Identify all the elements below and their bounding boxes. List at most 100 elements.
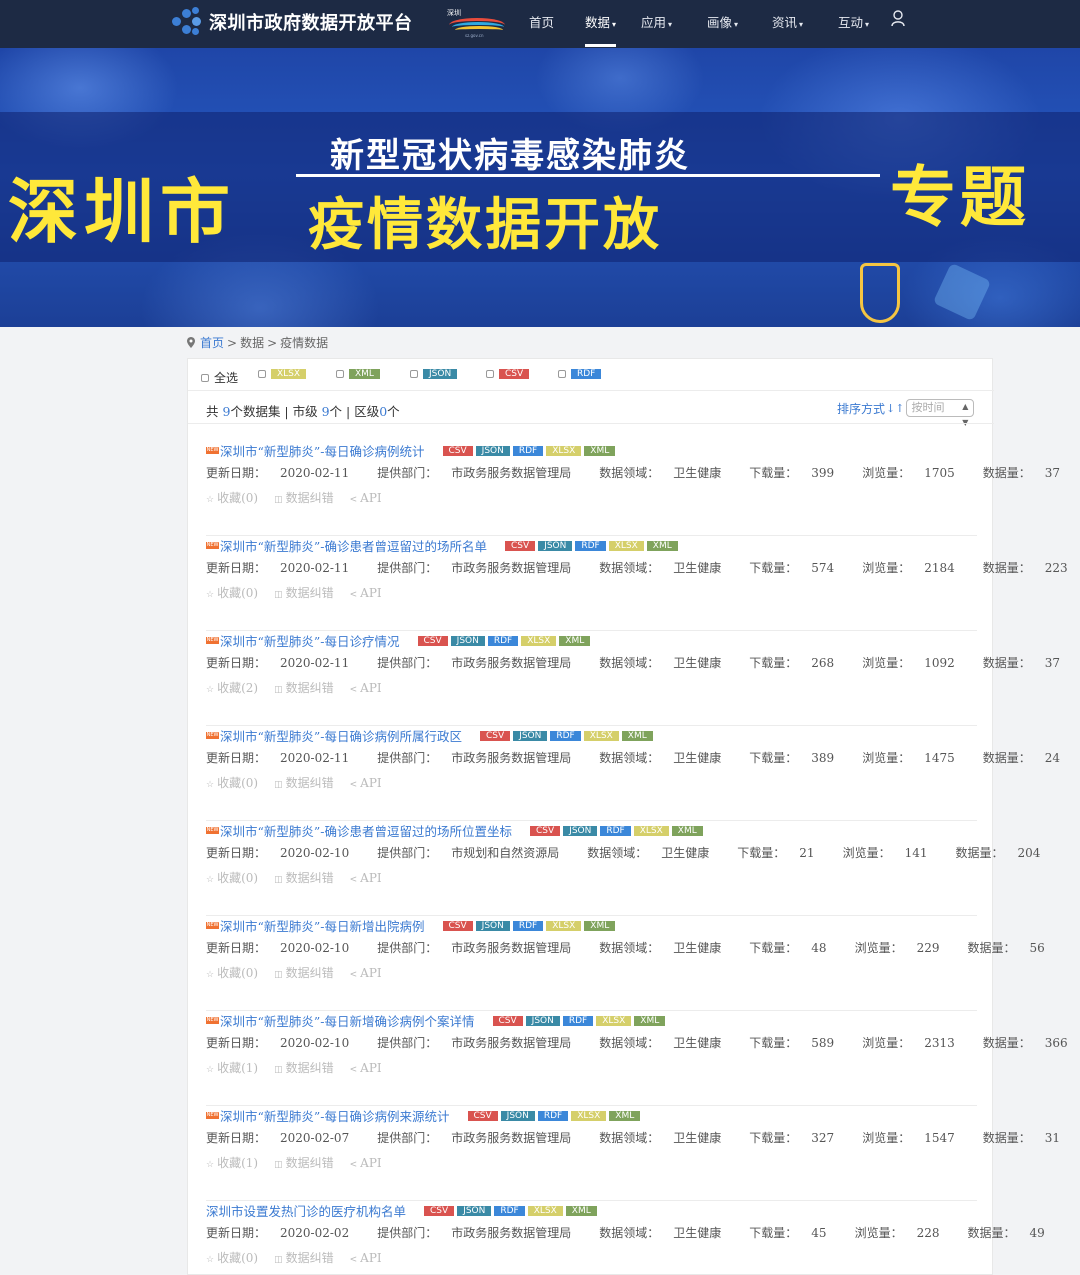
format-tag-xlsx[interactable]: XLSX — [521, 635, 557, 646]
select-all-checkbox[interactable] — [201, 373, 209, 382]
dataset-title[interactable]: 深圳市“新型肺炎”-每日新增确诊病例个案详情 — [220, 1011, 475, 1030]
nav-item-3[interactable]: 画像 ▾ — [707, 12, 738, 31]
collect-button[interactable]: ☆ 收藏(1) — [206, 1156, 258, 1170]
dataset-title[interactable]: 深圳市“新型肺炎”-每日新增出院病例 — [220, 916, 425, 935]
format-tag-rdf[interactable]: RDF — [512, 445, 544, 456]
nav-item-4[interactable]: 资讯 ▾ — [772, 12, 803, 31]
format-tag-rdf[interactable]: RDF — [494, 1205, 525, 1216]
nav-item-0[interactable]: 首页 — [529, 12, 554, 31]
filter-xml[interactable]: XML — [336, 369, 383, 379]
format-tag-xlsx[interactable]: XLSX — [546, 920, 582, 931]
collect-button[interactable]: ☆ 收藏(0) — [206, 1251, 258, 1265]
filter-xlsx[interactable]: XLSX — [258, 369, 309, 379]
dataset-title[interactable]: 深圳市“新型肺炎”-确诊患者曾逗留过的场所位置坐标 — [220, 821, 512, 840]
format-tag-xlsx[interactable]: XLSX — [546, 445, 582, 456]
format-tag-rdf[interactable]: RDF — [512, 920, 544, 931]
format-tag-json[interactable]: JSON — [450, 635, 485, 646]
format-tag-rdf[interactable]: RDF — [550, 730, 581, 741]
format-tag-xml[interactable]: XML — [584, 445, 616, 456]
nav-item-2[interactable]: 应用 ▾ — [641, 12, 672, 31]
format-tag-json[interactable]: JSON — [538, 540, 573, 551]
sort-select[interactable]: 按时间 ▲▼ — [906, 399, 975, 427]
format-tag-rdf[interactable]: RDF — [575, 540, 606, 551]
format-tag-xml[interactable]: XML — [634, 1015, 666, 1026]
format-tag-rdf[interactable]: RDF — [600, 825, 631, 836]
api-button[interactable]: < API — [350, 1061, 382, 1075]
report-error-button[interactable]: ◫ 数据纠错 — [274, 1061, 334, 1075]
format-tag-csv[interactable]: CSV — [505, 540, 536, 551]
api-button[interactable]: < API — [350, 1251, 382, 1265]
rdf-checkbox[interactable] — [558, 370, 566, 378]
report-error-button[interactable]: ◫ 数据纠错 — [274, 1251, 334, 1265]
format-tag-rdf[interactable]: RDF — [487, 635, 519, 646]
format-tag-json[interactable]: JSON — [475, 445, 510, 456]
collect-button[interactable]: ☆ 收藏(0) — [206, 966, 258, 980]
api-button[interactable]: < API — [350, 966, 382, 980]
site-logo[interactable]: 深圳市政府数据开放平台 — [172, 7, 413, 37]
xlsx-checkbox[interactable] — [258, 370, 266, 378]
format-tag-csv[interactable]: CSV — [417, 635, 448, 646]
report-error-button[interactable]: ◫ 数据纠错 — [274, 491, 334, 505]
collect-button[interactable]: ☆ 收藏(0) — [206, 871, 258, 885]
format-tag-xml[interactable]: XML — [671, 825, 703, 836]
format-tag-csv[interactable]: CSV — [442, 920, 473, 931]
collect-button[interactable]: ☆ 收藏(0) — [206, 776, 258, 790]
format-tag-xml[interactable]: XML — [646, 540, 678, 551]
dataset-title[interactable]: 深圳市“新型肺炎”-每日诊疗情况 — [220, 631, 400, 650]
report-error-button[interactable]: ◫ 数据纠错 — [274, 586, 334, 600]
filter-csv[interactable]: CSV — [486, 369, 532, 379]
api-button[interactable]: < API — [350, 491, 382, 505]
format-tag-xlsx[interactable]: XLSX — [583, 730, 619, 741]
format-tag-xml[interactable]: XML — [609, 1110, 641, 1121]
format-tag-json[interactable]: JSON — [513, 730, 548, 741]
format-tag-csv[interactable]: CSV — [492, 1015, 523, 1026]
format-tag-csv[interactable]: CSV — [442, 445, 473, 456]
breadcrumb-home[interactable]: 首页 — [200, 334, 224, 351]
api-button[interactable]: < API — [350, 1156, 382, 1170]
format-tag-rdf[interactable]: RDF — [562, 1015, 594, 1026]
dataset-title[interactable]: 深圳市“新型肺炎”-每日确诊病例所属行政区 — [220, 726, 462, 745]
report-error-button[interactable]: ◫ 数据纠错 — [274, 966, 334, 980]
user-icon[interactable] — [891, 10, 905, 26]
format-tag-csv[interactable]: CSV — [530, 825, 561, 836]
nav-item-1[interactable]: 数据 ▾ — [585, 12, 617, 47]
format-tag-csv[interactable]: CSV — [424, 1205, 455, 1216]
api-button[interactable]: < API — [350, 871, 382, 885]
format-tag-json[interactable]: JSON — [500, 1110, 535, 1121]
filter-select-all[interactable]: 全选 — [201, 369, 238, 386]
report-error-button[interactable]: ◫ 数据纠错 — [274, 1156, 334, 1170]
report-error-button[interactable]: ◫ 数据纠错 — [274, 776, 334, 790]
json-checkbox[interactable] — [410, 370, 418, 378]
api-button[interactable]: < API — [350, 776, 382, 790]
format-tag-xml[interactable]: XML — [565, 1205, 597, 1216]
format-tag-xlsx[interactable]: XLSX — [596, 1015, 632, 1026]
collect-button[interactable]: ☆ 收藏(2) — [206, 681, 258, 695]
filter-json[interactable]: JSON — [410, 369, 460, 379]
format-tag-xml[interactable]: XML — [584, 920, 616, 931]
breadcrumb-data[interactable]: 数据 — [240, 334, 264, 351]
csv-checkbox[interactable] — [486, 370, 494, 378]
report-error-button[interactable]: ◫ 数据纠错 — [274, 681, 334, 695]
dataset-title[interactable]: 深圳市设置发热门诊的医疗机构名单 — [206, 1201, 406, 1220]
filter-rdf[interactable]: RDF — [558, 369, 604, 379]
format-tag-xml[interactable]: XML — [559, 635, 591, 646]
xml-checkbox[interactable] — [336, 370, 344, 378]
report-error-button[interactable]: ◫ 数据纠错 — [274, 871, 334, 885]
dataset-title[interactable]: 深圳市“新型肺炎”-确诊患者曾逗留过的场所名单 — [220, 536, 487, 555]
format-tag-json[interactable]: JSON — [457, 1205, 492, 1216]
format-tag-json[interactable]: JSON — [475, 920, 510, 931]
format-tag-xlsx[interactable]: XLSX — [633, 825, 669, 836]
format-tag-csv[interactable]: CSV — [480, 730, 511, 741]
collect-button[interactable]: ☆ 收藏(1) — [206, 1061, 258, 1075]
api-button[interactable]: < API — [350, 681, 382, 695]
format-tag-csv[interactable]: CSV — [467, 1110, 498, 1121]
format-tag-rdf[interactable]: RDF — [537, 1110, 569, 1121]
format-tag-json[interactable]: JSON — [525, 1015, 560, 1026]
format-tag-xlsx[interactable]: XLSX — [608, 540, 644, 551]
collect-button[interactable]: ☆ 收藏(0) — [206, 586, 258, 600]
format-tag-xml[interactable]: XML — [621, 730, 653, 741]
format-tag-json[interactable]: JSON — [563, 825, 598, 836]
nav-item-5[interactable]: 互动 ▾ — [838, 12, 869, 31]
dataset-title[interactable]: 深圳市“新型肺炎”-每日确诊病例来源统计 — [220, 1106, 450, 1125]
dataset-title[interactable]: 深圳市“新型肺炎”-每日确诊病例统计 — [220, 441, 425, 460]
